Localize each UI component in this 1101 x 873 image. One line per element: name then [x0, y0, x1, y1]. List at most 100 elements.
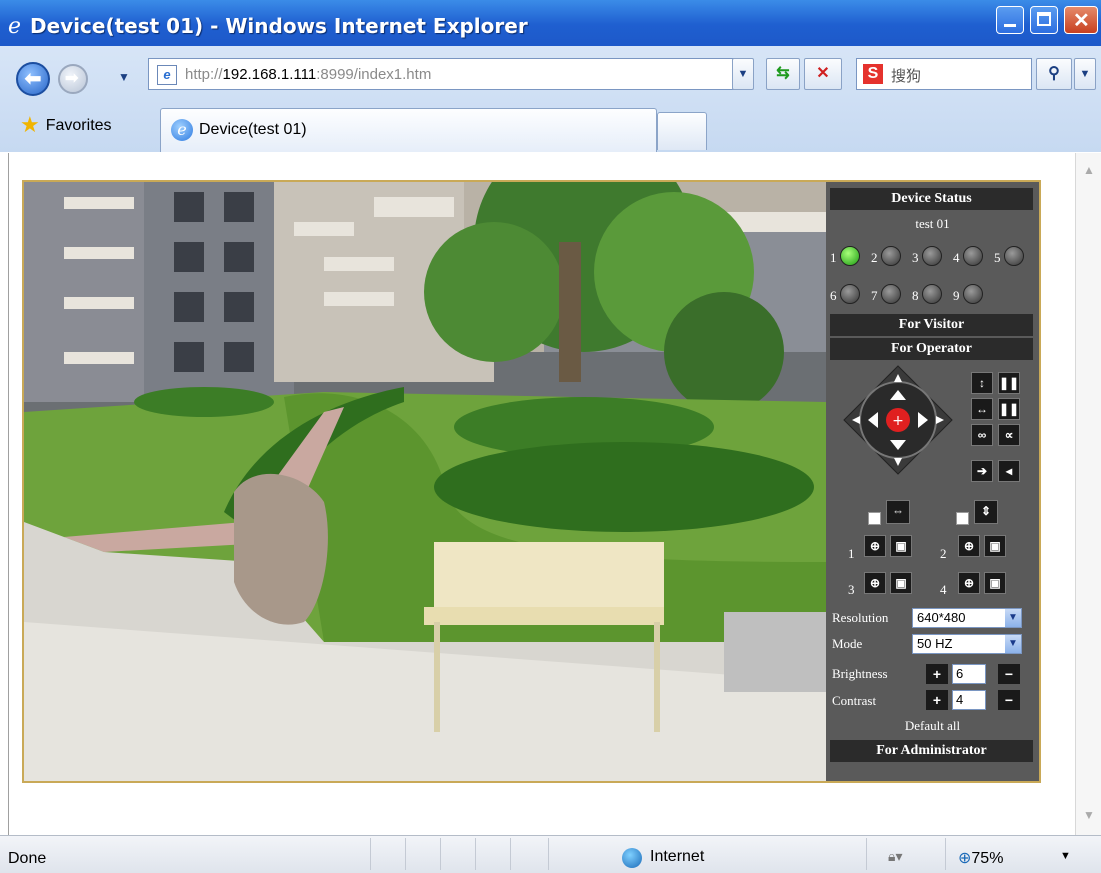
resolution-select[interactable]: 640*480 ▼ [912, 608, 1022, 628]
pause-icon: ❚❚ [999, 376, 1020, 390]
contrast-decrease-button[interactable]: − [998, 690, 1020, 710]
device-name: test 01 [915, 216, 950, 231]
preset-2-save-button[interactable]: ▣ [984, 535, 1006, 557]
status-text: Done [8, 850, 47, 867]
preset-3-save-button[interactable]: ▣ [890, 572, 912, 594]
control-panel: Device Status test 01 For Visitor For Op… [826, 182, 1039, 781]
ie-icon: e [8, 14, 22, 39]
stop-button[interactable]: ✕ [804, 58, 842, 90]
chevron-down-icon: ▼ [1005, 635, 1021, 653]
vertical-patrol-button[interactable]: ↕ [971, 372, 993, 394]
forward-button[interactable]: ➡ [58, 64, 88, 94]
io-off-button[interactable]: ◂ [998, 460, 1020, 482]
address-dropdown-button[interactable]: ▼ [732, 58, 754, 90]
flip-button[interactable]: ∞ [971, 424, 993, 446]
crosshair-icon: ⊕ [963, 576, 975, 590]
contrast-value-field[interactable]: 4 [952, 690, 986, 710]
chevron-down-icon: ▼ [1079, 68, 1091, 80]
address-url: http://192.168.1.111:8999/index1.htm [185, 66, 432, 83]
camera-video-feed[interactable] [24, 182, 826, 781]
preset-2-goto-button[interactable]: ⊕ [958, 535, 980, 557]
back-arrow-icon: ⬅ [24, 68, 42, 90]
pause-icon: ❚❚ [999, 402, 1020, 416]
save-icon: ▣ [989, 539, 1001, 553]
chevron-down-icon: ▼ [1005, 609, 1021, 627]
close-button[interactable]: ✕ [1064, 6, 1098, 34]
io-on-button[interactable]: ➔ [971, 460, 993, 482]
address-bar[interactable]: e http://192.168.1.111:8999/index1.htm [148, 58, 752, 90]
save-icon: ▣ [895, 576, 907, 590]
preset-4-goto-button[interactable]: ⊕ [958, 572, 980, 594]
channel-led-icon[interactable] [881, 246, 901, 266]
administrator-header[interactable]: For Administrator [830, 740, 1033, 762]
horizontal-cruise-checkbox[interactable] [868, 512, 881, 525]
save-icon: ▣ [895, 539, 907, 553]
window-title: Device(test 01) - Windows Internet Explo… [30, 14, 528, 38]
page-icon: e [157, 65, 177, 85]
channel-led-icon[interactable] [840, 246, 860, 266]
refresh-button[interactable]: ⇆ [766, 58, 800, 90]
search-input[interactable]: S 搜狗 [856, 58, 1032, 90]
scroll-down-icon[interactable]: ▼ [1080, 808, 1098, 826]
zoom-button[interactable]: ⊕75% [958, 848, 1003, 868]
mode-select[interactable]: 50 HZ ▼ [912, 634, 1022, 654]
chevron-down-icon: ▼ [737, 68, 749, 80]
back-button[interactable]: ⬅ [16, 62, 50, 96]
tab-device[interactable]: e Device(test 01) [160, 108, 657, 152]
mirror-button[interactable]: ∝ [998, 424, 1020, 446]
stop-icon: ✕ [816, 65, 830, 82]
brightness-decrease-button[interactable]: − [998, 664, 1020, 684]
search-provider-icon: S [863, 64, 883, 84]
crosshair-icon: ⊕ [869, 576, 881, 590]
vertical-stop-button[interactable]: ❚❚ [998, 372, 1020, 394]
visitor-header[interactable]: For Visitor [830, 314, 1033, 336]
channel-led-icon[interactable] [1004, 246, 1024, 266]
status-separator [475, 838, 476, 870]
brightness-value-field[interactable]: 6 [952, 664, 986, 684]
minus-icon: − [1004, 666, 1014, 682]
maximize-button[interactable] [1030, 6, 1058, 34]
preset-label-1: 1 [848, 546, 855, 561]
camera-scene [24, 182, 826, 781]
contrast-increase-button[interactable]: + [926, 690, 948, 710]
svg-text:+: + [892, 413, 904, 429]
zoom-icon: ⊕ [958, 850, 972, 867]
preset-label-3: 3 [848, 582, 855, 597]
channel-led-icon[interactable] [881, 284, 901, 304]
scroll-up-icon[interactable]: ▲ [1080, 163, 1098, 181]
favorites-button[interactable]: ★ Favorites [20, 112, 112, 138]
zoom-dropdown-icon[interactable]: ▼ [1060, 850, 1071, 862]
horizontal-stop-button[interactable]: ❚❚ [998, 398, 1020, 420]
channel-led-icon[interactable] [963, 284, 983, 304]
new-tab-button[interactable] [657, 112, 707, 150]
history-dropdown-icon[interactable]: ▼ [118, 70, 130, 84]
preset-1-save-button[interactable]: ▣ [890, 535, 912, 557]
io-off-icon: ◂ [1005, 464, 1013, 478]
preset-label-2: 2 [940, 546, 947, 561]
search-options-button[interactable]: ▼ [1074, 58, 1096, 90]
preset-3-goto-button[interactable]: ⊕ [864, 572, 886, 594]
default-all-link[interactable]: Default all [826, 718, 1039, 734]
minimize-button[interactable] [996, 6, 1024, 34]
brightness-increase-button[interactable]: + [926, 664, 948, 684]
vertical-scrollbar[interactable]: ▲ ▼ [1075, 153, 1101, 835]
ptz-control-pad[interactable]: + [842, 364, 954, 476]
vertical-cruise-checkbox[interactable] [956, 512, 969, 525]
operator-header[interactable]: For Operator [830, 338, 1033, 360]
search-button[interactable]: ⚲ [1036, 58, 1072, 90]
search-icon: ⚲ [1048, 65, 1060, 82]
preset-4-save-button[interactable]: ▣ [984, 572, 1006, 594]
horizontal-cruise-icon: ⇔ [886, 500, 910, 524]
horizontal-patrol-button[interactable]: ↔ [971, 398, 993, 420]
crosshair-icon: ⊕ [963, 539, 975, 553]
channel-led-icon[interactable] [922, 246, 942, 266]
channel-led-icon[interactable] [963, 246, 983, 266]
globe-icon [622, 848, 642, 868]
preset-1-goto-button[interactable]: ⊕ [864, 535, 886, 557]
channel-led-icon[interactable] [840, 284, 860, 304]
channel-led-icon[interactable] [922, 284, 942, 304]
link-icon: ∞ [977, 428, 987, 442]
vertical-arrows-icon: ↕ [979, 376, 985, 390]
protected-mode-icon[interactable]: 🔒︎▾ [888, 848, 902, 865]
channel-number: 1 [830, 250, 837, 265]
